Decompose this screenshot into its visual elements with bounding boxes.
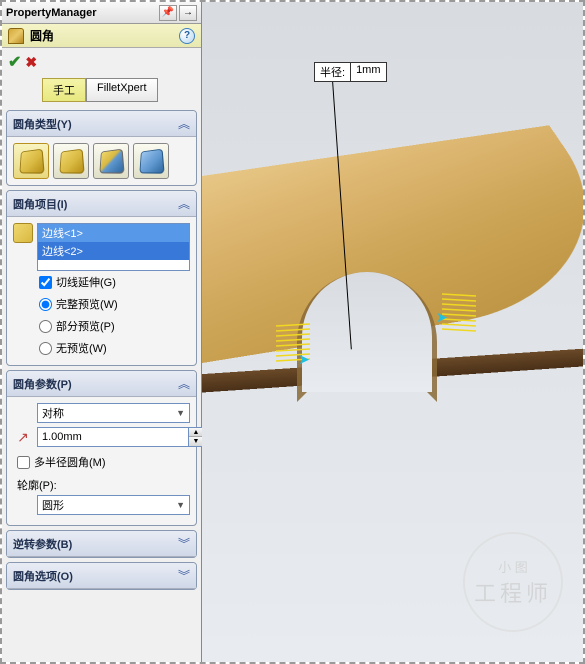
radio-label: 无预览(W) [56, 340, 107, 356]
radius-spinbox: ▲ ▼ [37, 427, 204, 447]
edge-selection-icon [13, 223, 33, 243]
symmetry-select[interactable]: 对称 ▼ [37, 403, 190, 423]
no-preview-radio[interactable] [39, 342, 52, 355]
watermark-small: 小 图 [498, 557, 528, 576]
tangent-propagation-checkbox[interactable] [39, 276, 52, 289]
list-item[interactable]: 边线<1> [38, 224, 189, 242]
help-icon[interactable]: ? [179, 28, 195, 44]
section-title: 圆角参数(P) [13, 376, 178, 392]
callout-value[interactable]: 1mm [351, 62, 386, 82]
chevron-down-icon: ︾ [178, 567, 190, 584]
tab-manual[interactable]: 手工 [42, 78, 86, 102]
watermark-main: 工程师 [474, 576, 552, 608]
feature-title-bar: 圆角 ? [2, 24, 201, 48]
radio-label: 部分预览(P) [56, 318, 115, 334]
feature-name: 圆角 [30, 27, 179, 44]
arrow-button[interactable]: → [179, 5, 197, 21]
section-title: 圆角类型(Y) [13, 116, 178, 132]
direction-arrow-icon: ➤ [298, 351, 310, 368]
panel-title: PropertyManager [6, 7, 159, 19]
section-title: 圆角选项(O) [13, 568, 178, 584]
callout-label: 半径: [314, 62, 351, 82]
mode-tabs: 手工 FilletXpert [2, 76, 201, 108]
profile-label: 轮廓(P): [13, 473, 190, 495]
section-fillet-params: 圆角参数(P) ︽ 对称 ▼ ↗ ▲ ▼ [6, 370, 197, 526]
section-header-params[interactable]: 圆角参数(P) ︽ [7, 371, 196, 397]
section-title: 逆转参数(B) [13, 536, 178, 552]
type-full-round[interactable] [133, 143, 169, 179]
radius-callout[interactable]: 半径: 1mm [314, 62, 387, 82]
property-manager-panel: PropertyManager 📌 → 圆角 ? ✔ ✖ 手工 FilletXp… [2, 2, 202, 662]
section-fillet-type: 圆角类型(Y) ︽ [6, 110, 197, 186]
chevron-up-icon: ︽ [178, 115, 190, 132]
checkbox-label: 切线延伸(G) [56, 274, 116, 290]
chevron-up-icon: ︽ [178, 195, 190, 212]
select-value: 圆形 [42, 497, 64, 513]
radius-input[interactable] [37, 427, 189, 447]
radius-icon: ↗ [13, 428, 33, 446]
circular-notch [302, 272, 432, 392]
fillet-type-icons [13, 143, 190, 179]
fillet-preview-right: ➤ [440, 292, 478, 334]
multi-radius-checkbox[interactable] [17, 456, 30, 469]
profile-select[interactable]: 圆形 ▼ [37, 495, 190, 515]
action-row: ✔ ✖ [2, 48, 201, 76]
section-fillet-options: 圆角选项(O) ︾ [6, 562, 197, 590]
spin-up-button[interactable]: ▲ [189, 428, 203, 437]
checkbox-label: 多半径圆角(M) [34, 454, 106, 470]
type-face-fillet[interactable] [93, 143, 129, 179]
section-header-type[interactable]: 圆角类型(Y) ︽ [7, 111, 196, 137]
panel-header: PropertyManager 📌 → [2, 2, 201, 24]
cancel-button[interactable]: ✖ [25, 54, 37, 71]
edge-selection-list[interactable]: 边线<1> 边线<2> [37, 223, 190, 271]
type-variable-radius[interactable] [53, 143, 89, 179]
section-header-items[interactable]: 圆角项目(I) ︽ [7, 191, 196, 217]
section-header-options[interactable]: 圆角选项(O) ︾ [7, 563, 196, 589]
select-value: 对称 [42, 405, 64, 421]
chevron-up-icon: ︽ [178, 375, 190, 392]
list-item[interactable]: 边线<2> [38, 242, 189, 260]
dropdown-arrow-icon: ▼ [176, 408, 185, 418]
section-reverse-params: 逆转参数(B) ︾ [6, 530, 197, 558]
ok-button[interactable]: ✔ [8, 52, 21, 72]
fillet-icon [8, 28, 24, 44]
dropdown-arrow-icon: ▼ [176, 500, 185, 510]
full-preview-radio[interactable] [39, 298, 52, 311]
spin-down-button[interactable]: ▼ [189, 437, 203, 446]
radio-label: 完整预览(W) [56, 296, 118, 312]
section-header-reverse[interactable]: 逆转参数(B) ︾ [7, 531, 196, 557]
section-title: 圆角项目(I) [13, 196, 178, 212]
tab-filletxpert[interactable]: FilletXpert [86, 78, 158, 102]
pin-button[interactable]: 📌 [159, 5, 177, 21]
direction-arrow-icon: ➤ [436, 309, 448, 326]
symmetry-icon [13, 404, 33, 422]
fillet-preview-left: ➤ [274, 322, 312, 364]
partial-preview-radio[interactable] [39, 320, 52, 333]
chevron-down-icon: ︾ [178, 535, 190, 552]
3d-viewport[interactable]: ➤ ➤ 半径: 1mm 小 图 工程师 [202, 2, 583, 662]
type-constant-radius[interactable] [13, 143, 49, 179]
header-controls: 📌 → [159, 5, 197, 21]
watermark: 小 图 工程师 [463, 532, 563, 632]
section-fillet-items: 圆角项目(I) ︽ 边线<1> 边线<2> 切线延伸(G) 完整预览(W) [6, 190, 197, 366]
